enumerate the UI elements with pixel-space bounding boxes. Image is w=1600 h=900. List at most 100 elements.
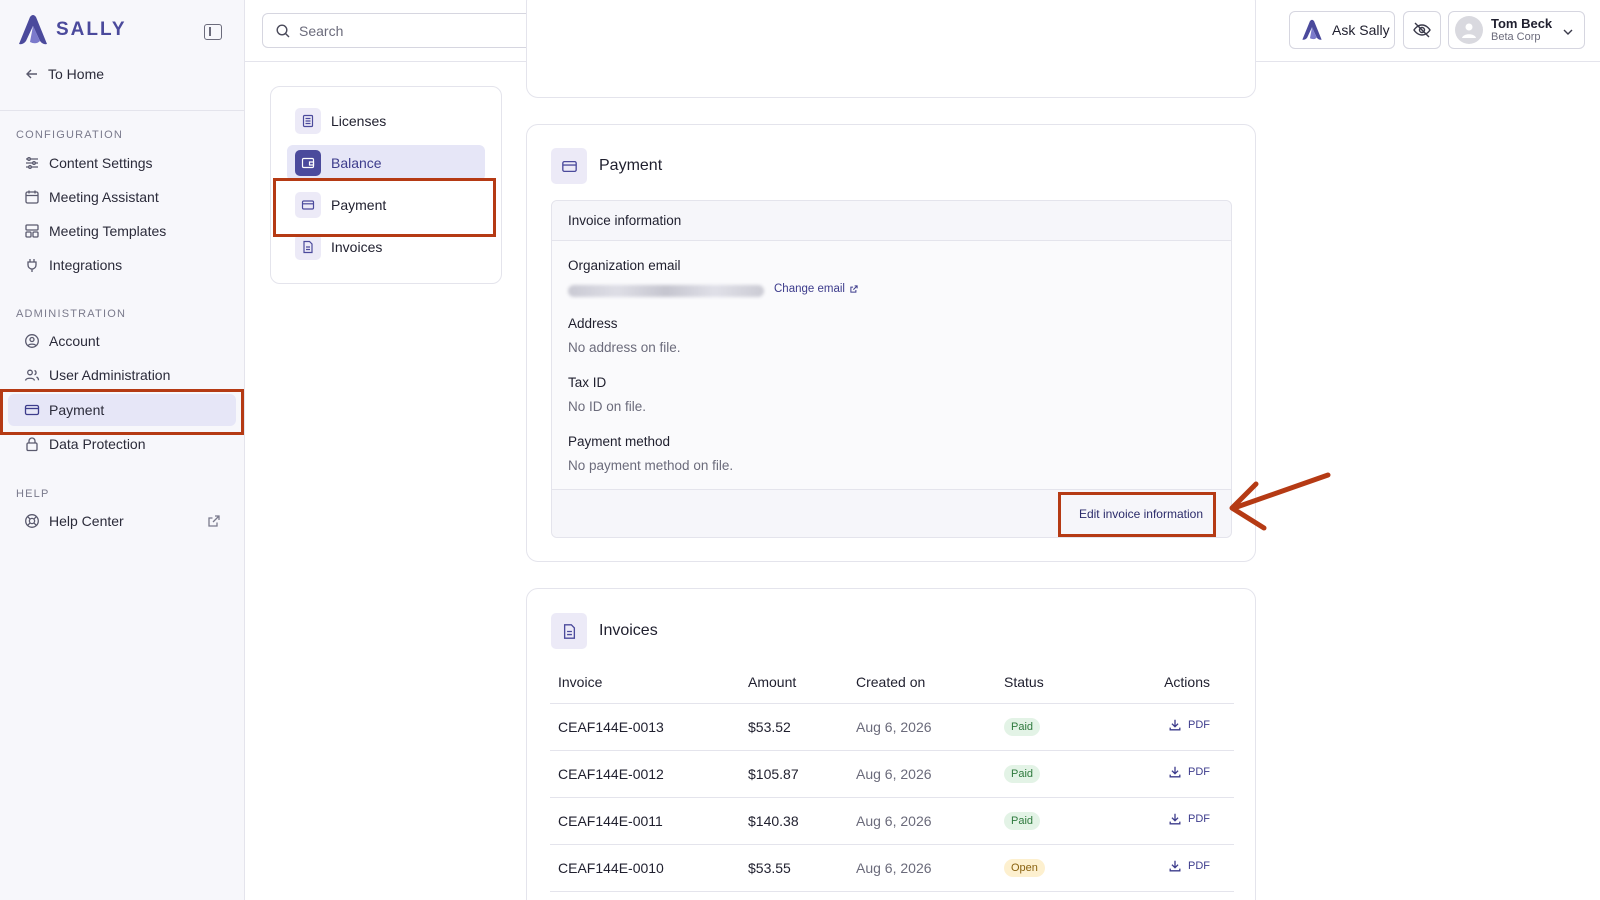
sidebar-item-account[interactable]: Account bbox=[8, 325, 236, 357]
sidebar-item-label: User Administration bbox=[49, 367, 171, 383]
sidebar: SALLY To Home CONFIGURATION Content Sett… bbox=[0, 0, 245, 900]
sidebar-item-help-center[interactable]: Help Center bbox=[8, 505, 236, 537]
invoice-date: Aug 6, 2026 bbox=[848, 750, 996, 798]
invoice-amount: $53.52 bbox=[740, 703, 848, 751]
change-email-link[interactable]: Change email bbox=[774, 283, 859, 295]
blurred-email-value bbox=[568, 285, 764, 297]
sidebar-item-label: Data Protection bbox=[49, 436, 146, 452]
download-pdf-button[interactable]: PDF bbox=[1168, 765, 1210, 779]
download-icon bbox=[1169, 719, 1181, 731]
download-icon bbox=[1169, 766, 1181, 778]
section-administration: ADMINISTRATION bbox=[16, 308, 127, 320]
status-badge: Paid bbox=[1004, 812, 1041, 830]
tax-id-value: No ID on file. bbox=[568, 399, 647, 414]
users-icon bbox=[24, 367, 40, 383]
pdf-label: PDF bbox=[1188, 719, 1210, 731]
user-org: Beta Corp bbox=[1491, 31, 1541, 43]
table-row: CEAF144E-0011 $140.38 Aug 6, 2026 Paid P… bbox=[550, 797, 1234, 845]
sidebar-item-content-settings[interactable]: Content Settings bbox=[8, 147, 236, 179]
download-pdf-button[interactable]: PDF bbox=[1168, 859, 1210, 873]
invoice-id: CEAF144E-0013 bbox=[550, 703, 740, 751]
payment-card-title: Payment bbox=[551, 148, 662, 184]
download-icon bbox=[1169, 860, 1181, 872]
invoice-amount: $140.38 bbox=[740, 797, 848, 845]
sidebar-item-meeting-assistant[interactable]: Meeting Assistant bbox=[8, 181, 236, 213]
user-avatar-icon bbox=[1462, 23, 1476, 38]
table-header-row: Invoice Amount Created on Status Actions bbox=[550, 661, 1234, 704]
invoice-status-cell: Open bbox=[996, 844, 1116, 892]
ask-sally-button[interactable]: Ask Sally bbox=[1289, 11, 1395, 49]
brand-logo[interactable]: SALLY bbox=[16, 14, 127, 46]
section-help: HELP bbox=[16, 488, 50, 500]
file-text-icon bbox=[551, 613, 587, 649]
annotation-highlight-sidebar-payment bbox=[0, 389, 244, 435]
pdf-label: PDF bbox=[1188, 813, 1210, 825]
payment-method-value: No payment method on file. bbox=[568, 458, 734, 473]
invoice-actions-cell: PDF bbox=[1116, 750, 1234, 798]
avatar bbox=[1455, 16, 1483, 44]
invoice-amount: $105.87 bbox=[740, 750, 848, 798]
download-pdf-button[interactable]: PDF bbox=[1168, 812, 1210, 826]
sidebar-item-meeting-templates[interactable]: Meeting Templates bbox=[8, 215, 236, 247]
user-name: Tom Beck bbox=[1491, 16, 1553, 31]
column-header-created-on: Created on bbox=[848, 661, 996, 704]
payment-title: Payment bbox=[599, 157, 663, 174]
column-header-amount: Amount bbox=[740, 661, 848, 704]
address-value: No address on file. bbox=[568, 340, 681, 355]
invoice-actions-cell: PDF bbox=[1116, 703, 1234, 751]
subnav-item-licenses[interactable]: Licenses bbox=[287, 103, 485, 139]
invoice-date: Aug 6, 2026 bbox=[848, 703, 996, 751]
pdf-label: PDF bbox=[1188, 766, 1210, 778]
invoice-information-box: Invoice information Organization email C… bbox=[551, 200, 1232, 538]
download-pdf-button[interactable]: PDF bbox=[1168, 718, 1210, 732]
previous-card bbox=[526, 0, 1256, 98]
to-home-label: To Home bbox=[48, 66, 105, 82]
sally-logo-icon bbox=[19, 15, 47, 45]
eye-off-icon bbox=[1412, 20, 1432, 40]
status-badge: Paid bbox=[1004, 765, 1041, 783]
brand-name: SALLY bbox=[56, 19, 127, 40]
template-icon bbox=[24, 223, 40, 239]
sidebar-item-integrations[interactable]: Integrations bbox=[8, 249, 236, 281]
sidebar-item-label: Meeting Assistant bbox=[49, 189, 159, 205]
invoice-amount: $53.55 bbox=[740, 844, 848, 892]
tax-id-label: Tax ID bbox=[568, 375, 607, 390]
ask-sally-label: Ask Sally bbox=[1332, 22, 1390, 38]
invoice-status-cell: Paid bbox=[996, 797, 1116, 845]
table-row: CEAF144E-0013 $53.52 Aug 6, 2026 Paid PD… bbox=[550, 703, 1234, 751]
column-header-actions: Actions bbox=[1116, 661, 1234, 704]
invoice-id: CEAF144E-0010 bbox=[550, 844, 740, 892]
invoice-date: Aug 6, 2026 bbox=[848, 844, 996, 892]
sidebar-item-label: Account bbox=[49, 333, 100, 349]
sliders-icon bbox=[24, 155, 40, 171]
pdf-label: PDF bbox=[1188, 860, 1210, 872]
user-circle-icon bbox=[24, 333, 40, 349]
to-home-link[interactable]: To Home bbox=[24, 66, 104, 82]
invoice-status-cell: Paid bbox=[996, 750, 1116, 798]
invoices-title: Invoices bbox=[599, 622, 658, 639]
calendar-icon bbox=[24, 189, 40, 205]
invoice-date: Aug 6, 2026 bbox=[848, 797, 996, 845]
chevron-down-icon bbox=[1560, 24, 1576, 40]
subnav-item-label: Invoices bbox=[331, 239, 383, 255]
sidebar-item-user-administration[interactable]: User Administration bbox=[8, 359, 236, 391]
user-menu-button[interactable]: Tom Beck Beta Corp bbox=[1448, 11, 1585, 49]
invoice-id: CEAF144E-0011 bbox=[550, 797, 740, 845]
column-header-status: Status bbox=[996, 661, 1116, 704]
lifebuoy-icon bbox=[24, 513, 40, 529]
hide-visibility-button[interactable] bbox=[1403, 11, 1441, 49]
subnav-item-balance[interactable]: Balance bbox=[287, 145, 485, 181]
status-badge: Open bbox=[1004, 859, 1045, 877]
lock-icon bbox=[24, 436, 40, 452]
subnav-item-label: Licenses bbox=[331, 113, 387, 129]
sally-logo-icon bbox=[1302, 19, 1322, 40]
invoice-actions-cell: PDF bbox=[1116, 797, 1234, 845]
annotation-arrow-icon bbox=[1229, 472, 1331, 531]
external-link-icon bbox=[206, 513, 222, 529]
collapse-sidebar-icon[interactable] bbox=[204, 24, 222, 40]
invoice-id: CEAF144E-0012 bbox=[550, 750, 740, 798]
table-row: CEAF144E-0012 $105.87 Aug 6, 2026 Paid P… bbox=[550, 750, 1234, 798]
payment-method-label: Payment method bbox=[568, 434, 671, 449]
invoice-actions-cell: PDF bbox=[1116, 844, 1234, 892]
section-configuration: CONFIGURATION bbox=[16, 129, 124, 141]
